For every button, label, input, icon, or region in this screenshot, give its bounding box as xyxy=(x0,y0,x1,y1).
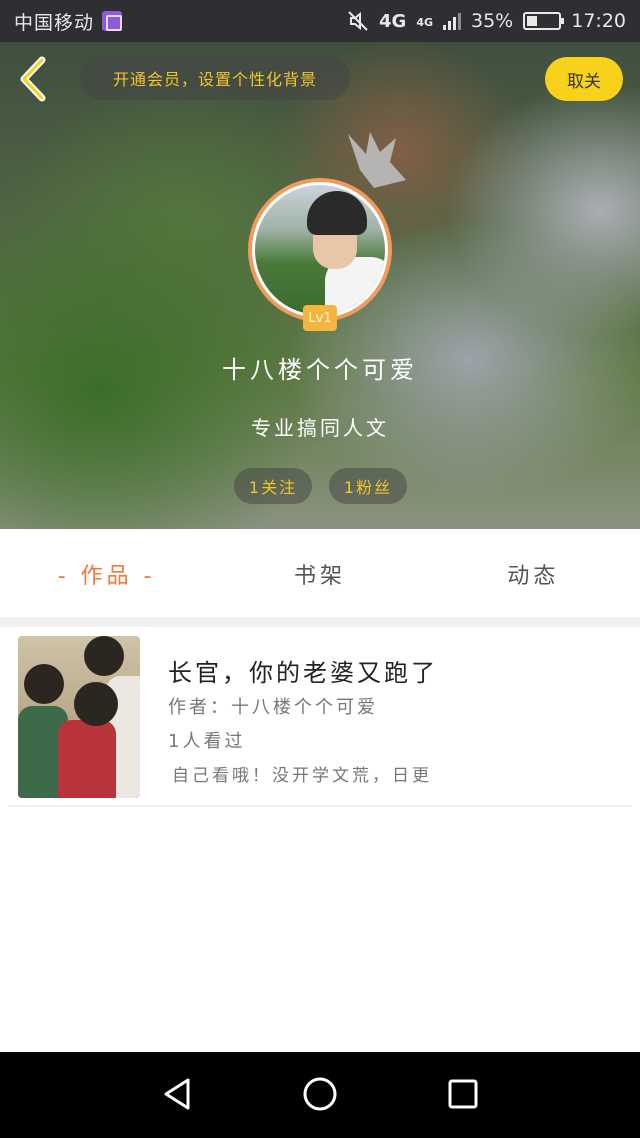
battery-percent: 35% xyxy=(471,10,514,32)
system-nav-bar xyxy=(0,1052,640,1138)
gallery-notification-icon xyxy=(102,11,123,31)
carrier-label: 中国移动 xyxy=(14,11,95,34)
back-arrow-icon xyxy=(20,56,46,102)
following-count-button[interactable]: 1关注 xyxy=(234,468,312,504)
status-bar: 中国移动 4G 4G 35% 17:20 xyxy=(0,0,640,42)
work-title: 长官，你的老婆又跑了 xyxy=(168,659,438,687)
profile-page: 中国移动 4G 4G 35% 17:20 开通会员，设置个性化背景 取关 Lv1… xyxy=(0,0,640,1138)
book-cover xyxy=(18,636,140,798)
work-list-item[interactable]: 长官，你的老婆又跑了 作者：十八楼个个可爱 1人看过 自己看哦！没开学文荒，日更 xyxy=(8,627,632,807)
avatar-image xyxy=(252,182,388,318)
work-views: 1人看过 xyxy=(168,731,246,752)
user-bio: 专业搞同人文 xyxy=(251,416,389,440)
nav-home-icon[interactable] xyxy=(300,1074,340,1114)
battery-icon xyxy=(523,12,565,30)
network-type: 4G xyxy=(379,10,407,32)
work-description: 自己看哦！没开学文荒，日更 xyxy=(172,766,432,786)
nav-recent-icon[interactable] xyxy=(443,1074,483,1114)
fans-count-button[interactable]: 1粉丝 xyxy=(329,468,407,504)
level-badge: Lv1 xyxy=(303,305,337,331)
back-button[interactable] xyxy=(14,54,54,104)
vip-banner[interactable]: 开通会员，设置个性化背景 xyxy=(80,56,350,100)
avatar[interactable] xyxy=(248,178,392,322)
network-type-small: 4G xyxy=(416,16,433,29)
unfollow-button[interactable]: 取关 xyxy=(545,57,623,101)
divider xyxy=(0,617,640,627)
clock: 17:20 xyxy=(571,10,626,32)
username: 十八楼个个可爱 xyxy=(222,356,418,384)
status-right: 4G 4G 35% 17:20 xyxy=(347,10,626,32)
work-author: 作者：十八楼个个可爱 xyxy=(168,697,378,718)
tab-works[interactable]: - 作品 - xyxy=(0,529,213,619)
mute-icon xyxy=(348,11,368,31)
nav-back-icon[interactable] xyxy=(158,1074,198,1114)
signal-icon xyxy=(443,12,461,30)
tab-bookshelf[interactable]: 书架 xyxy=(213,529,426,619)
tab-activity[interactable]: 动态 xyxy=(427,529,640,619)
profile-tabs: - 作品 - 书架 动态 xyxy=(0,529,640,619)
